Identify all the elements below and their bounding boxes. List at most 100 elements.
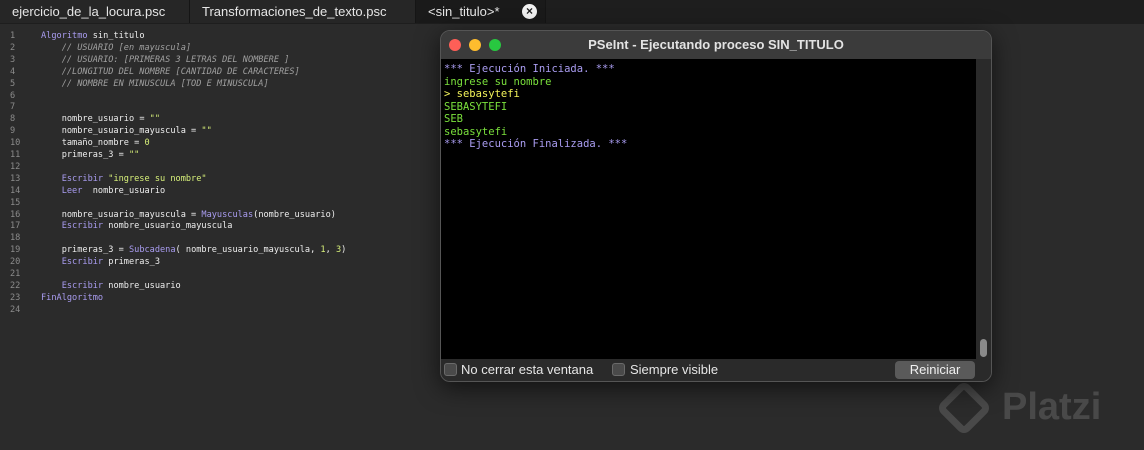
line-number: 9	[10, 126, 16, 137]
code-token: =	[139, 114, 150, 125]
code-text: Escribir nombre_usuario	[41, 280, 181, 292]
tab-label: <sin_titulo>*	[428, 4, 500, 19]
code-token: ""	[149, 114, 161, 125]
code-token: Mayusculas	[201, 209, 254, 220]
code-token: "ingrese su nombre"	[108, 173, 207, 184]
line-number: 3	[10, 54, 16, 65]
line-number: 16	[10, 209, 21, 220]
code-text: nombre_usuario_mayuscula = ""	[41, 125, 212, 137]
tab-label: ejercicio_de_la_locura.psc	[12, 4, 166, 19]
line-number: 7	[10, 102, 16, 113]
line-number: 24	[10, 304, 21, 315]
scrollbar-thumb[interactable]	[980, 339, 987, 357]
code-token: Algoritmo	[41, 31, 93, 41]
line-number: 13	[10, 173, 21, 184]
console-line: *** Ejecución Finalizada. ***	[444, 138, 628, 150]
code-text: Escribir primeras_3	[41, 256, 160, 268]
code-token: Leer	[41, 185, 88, 196]
code-text: // NOMBRE EN MINUSCULA [TOD E MINUSCULA]	[41, 78, 269, 90]
console-scrollbar[interactable]	[976, 59, 991, 359]
code-text: Leer nombre_usuario	[41, 185, 166, 197]
code-token: primeras_3	[41, 150, 119, 160]
tab-sin-titulo[interactable]: <sin_titulo>* ×	[416, 0, 546, 23]
line-number: 15	[10, 197, 21, 208]
tab-label: Transformaciones_de_texto.psc	[202, 4, 387, 19]
code-token: =	[191, 209, 202, 220]
code-token: ""	[201, 126, 212, 137]
code-token: =	[134, 138, 145, 149]
console-line: SEB	[444, 113, 463, 125]
window-footer: No cerrar esta ventana Siempre visible R…	[441, 359, 991, 381]
platzi-logo-icon	[935, 379, 993, 437]
code-token: sin_titulo	[92, 31, 145, 41]
console-output[interactable]: *** Ejecución Iniciada. *** ingrese su no…	[441, 59, 976, 359]
code-token: (nombre_usuario)	[253, 209, 336, 220]
code-token: =	[118, 150, 129, 160]
window-titlebar: PSeInt - Ejecutando proceso SIN_TITULO	[441, 31, 991, 59]
code-token: // NOMBRE EN MINUSCULA [TOD E MINUSCULA]	[41, 78, 269, 89]
code-token: nombre_usuario_mayuscula	[41, 126, 192, 137]
code-text: nombre_usuario = ""	[41, 113, 160, 125]
line-number: 23	[10, 292, 21, 303]
code-token: )	[341, 245, 347, 256]
console-line: > sebasytefi	[444, 88, 520, 100]
code-token: 0	[144, 138, 150, 149]
code-token: ,	[325, 245, 336, 256]
code-token: primeras_3	[41, 245, 119, 256]
line-number: 22	[10, 280, 21, 291]
line-number: 19	[10, 245, 21, 256]
line-number: 14	[10, 185, 21, 196]
code-text: nombre_usuario_mayuscula = Mayusculas(no…	[41, 209, 336, 221]
tab-bar: ejercicio_de_la_locura.psc Transformacio…	[0, 0, 1144, 24]
code-token: ( nombre_usuario_mayuscula,	[175, 245, 321, 256]
always-visible-checkbox[interactable]	[612, 363, 625, 376]
code-token: Escribir	[41, 173, 109, 184]
tab-transformaciones[interactable]: Transformaciones_de_texto.psc	[190, 0, 416, 23]
code-token: nombre_usuario	[41, 114, 140, 125]
code-token: nombre_usuario_mayuscula	[41, 209, 192, 220]
line-number: 21	[10, 269, 21, 279]
line-number: 4	[10, 66, 16, 77]
code-token: ""	[128, 150, 140, 160]
restart-button[interactable]: Reiniciar	[895, 361, 975, 379]
line-number: 20	[10, 257, 21, 268]
code-token: =	[191, 126, 202, 137]
code-text: Escribir nombre_usuario_mayuscula	[41, 220, 233, 232]
code-text: tamaño_nombre = 0	[41, 137, 150, 149]
code-token: nombre_usuario	[87, 185, 166, 196]
code-token: Subcadena	[128, 245, 176, 256]
platzi-watermark: Platzi	[935, 379, 1144, 442]
close-tab-icon[interactable]: ×	[522, 4, 537, 19]
line-number: 1	[10, 31, 16, 41]
code-token: FinAlgoritmo	[41, 292, 104, 303]
execution-window: PSeInt - Ejecutando proceso SIN_TITULO *…	[440, 30, 992, 382]
code-token: primeras_3	[108, 257, 161, 268]
code-token: Escribir	[41, 221, 109, 232]
code-text: primeras_3 = Subcadena( nombre_usuario_m…	[41, 244, 347, 256]
no-close-checkbox[interactable]	[444, 363, 457, 376]
console-line: SEBASYTEFI	[444, 100, 508, 113]
code-text: Algoritmo sin_titulo	[41, 30, 145, 42]
watermark-text: Platzi	[1002, 386, 1102, 428]
line-number: 11	[10, 150, 21, 160]
line-number: 12	[10, 161, 21, 172]
line-number: 5	[10, 78, 16, 89]
code-text: Escribir "ingrese su nombre"	[41, 173, 207, 185]
code-token: nombre_usuario	[108, 280, 181, 291]
line-number: 6	[10, 90, 16, 101]
tab-ejercicio[interactable]: ejercicio_de_la_locura.psc	[0, 0, 190, 23]
code-token: Escribir	[41, 280, 109, 291]
console-line: sebasytefi	[444, 125, 508, 138]
code-text: //LONGITUD DEL NOMBRE [CANTIDAD DE CARAC…	[41, 66, 300, 78]
line-number: 8	[10, 114, 16, 125]
code-token: tamaño_nombre	[41, 138, 135, 149]
code-text: // USUARIO: [PRIMERAS 3 LETRAS DEL NOMBE…	[41, 54, 290, 66]
line-number: 18	[10, 233, 21, 244]
code-text: // USUARIO [en mayuscula]	[41, 42, 191, 54]
code-text: FinAlgoritmo	[41, 292, 103, 304]
code-token: nombre_usuario_mayuscula	[108, 221, 233, 232]
no-close-label: No cerrar esta ventana	[461, 362, 594, 377]
code-token: //LONGITUD DEL NOMBRE [CANTIDAD DE CARAC…	[41, 66, 300, 77]
line-number: 17	[10, 221, 21, 232]
console-line: *** Ejecución Iniciada. ***	[444, 63, 615, 75]
